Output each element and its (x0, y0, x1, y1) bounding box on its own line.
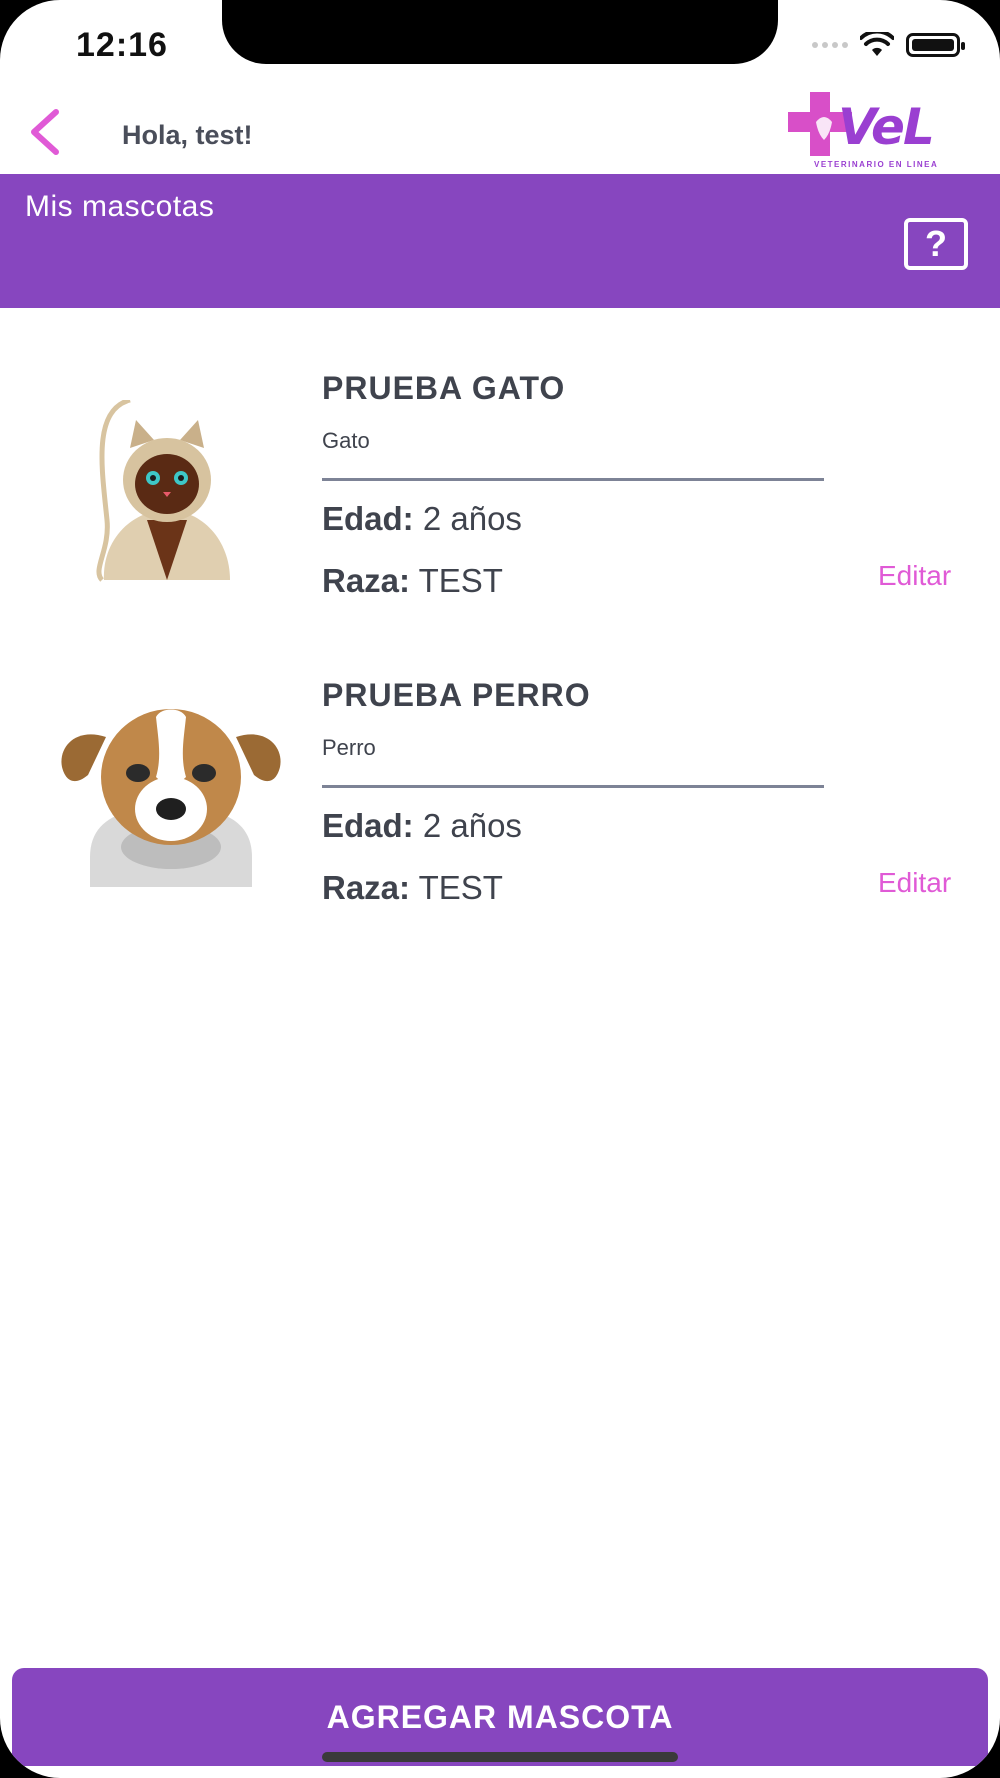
app-screen: 12:16 Hola, test! VeL VETERINARIO EN LIN… (0, 0, 1000, 1778)
battery-icon (906, 33, 965, 57)
age-label: Edad: (322, 500, 414, 537)
back-button[interactable] (26, 106, 66, 158)
brand-logo: VeL VETERINARIO EN LINEA (786, 90, 966, 174)
edit-pet-button[interactable]: Editar (878, 560, 951, 592)
pet-breed: Raza: TEST (322, 869, 503, 907)
pet-species: Perro (322, 735, 376, 760)
pet-card: PRUEBA GATO Gato Edad: 2 años Raza: TEST… (0, 370, 1000, 630)
chevron-left-icon (31, 109, 59, 155)
page-title: Mis mascotas (25, 190, 215, 223)
age-value: 2 años (422, 500, 522, 537)
pet-name: PRUEBA PERRO (322, 677, 591, 713)
greeting-text: Hola, test! (122, 120, 253, 150)
status-icons (812, 32, 965, 58)
age-label: Edad: (322, 807, 414, 844)
pet-name: PRUEBA GATO (322, 370, 566, 406)
breed-label: Raza: (322, 869, 411, 906)
cat-icon (96, 400, 230, 582)
logo-subtitle: VETERINARIO EN LINEA (814, 160, 939, 169)
app-header: Hola, test! VeL VETERINARIO EN LINEA (0, 90, 1000, 174)
logo-text: VeL (838, 98, 935, 156)
device-notch (222, 0, 778, 64)
divider (322, 478, 824, 481)
dog-icon (61, 709, 281, 887)
pet-species: Gato (322, 428, 370, 453)
status-time: 12:16 (76, 26, 168, 64)
breed-value: TEST (418, 869, 503, 906)
pet-card: PRUEBA PERRO Perro Edad: 2 años Raza: TE… (0, 677, 1000, 937)
divider (322, 785, 824, 788)
pet-age: Edad: 2 años (322, 500, 522, 538)
pet-breed: Raza: TEST (322, 562, 503, 600)
wifi-icon (860, 32, 894, 56)
signal-icon (812, 42, 848, 48)
breed-value: TEST (418, 562, 503, 599)
edit-pet-button[interactable]: Editar (878, 867, 951, 899)
pet-age: Edad: 2 años (322, 807, 522, 845)
help-button[interactable]: ? (904, 218, 968, 270)
home-indicator (322, 1752, 678, 1762)
age-value: 2 años (422, 807, 522, 844)
section-title-bar: Mis mascotas ? (0, 174, 1000, 308)
breed-label: Raza: (322, 562, 411, 599)
help-icon: ? (925, 223, 947, 264)
